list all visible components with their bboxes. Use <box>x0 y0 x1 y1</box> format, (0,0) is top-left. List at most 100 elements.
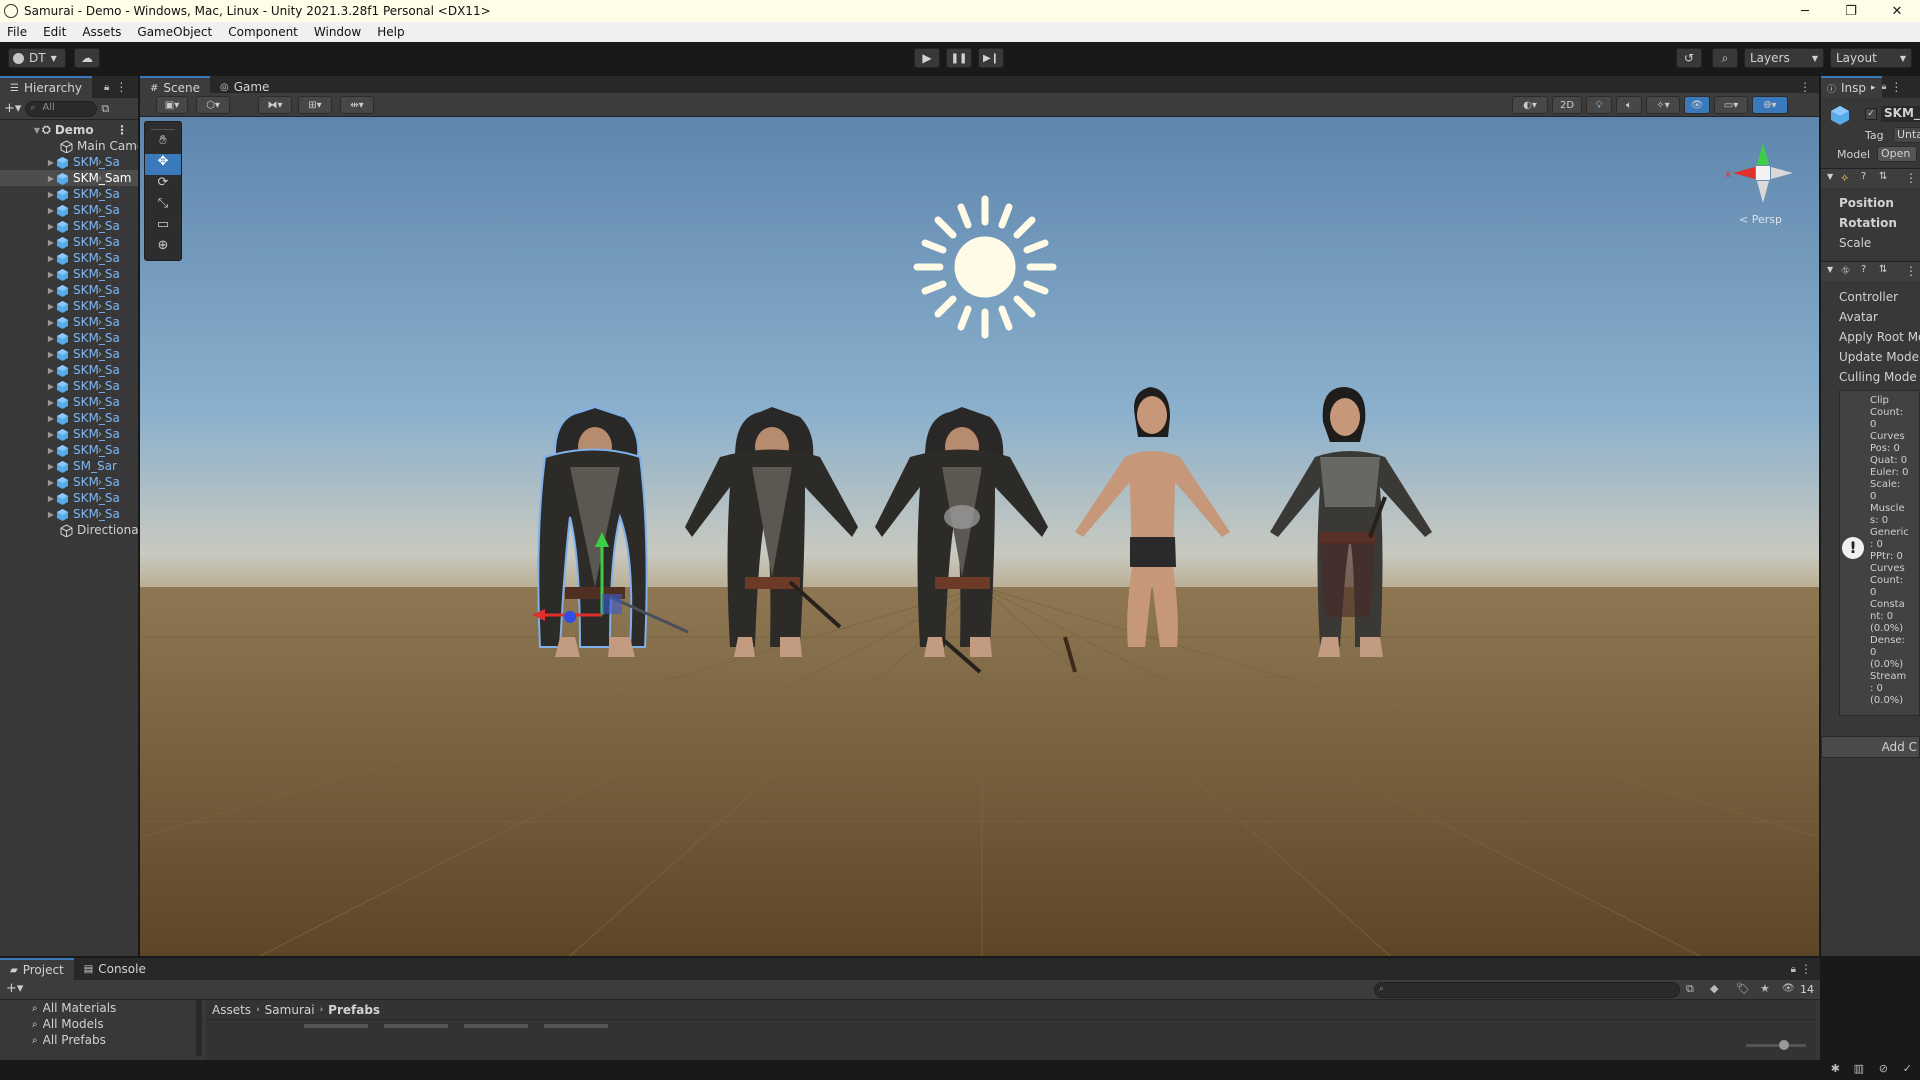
favorites-scrollbar[interactable] <box>196 1000 202 1056</box>
expand-arrow-icon[interactable]: ▶ <box>46 286 56 295</box>
hierarchy-item[interactable]: ▶ SKM_Sa › <box>0 234 138 250</box>
expand-arrow-icon[interactable]: ▶ <box>46 398 56 407</box>
hierarchy-search-input[interactable]: ⌕ All <box>25 100 98 117</box>
progress-icon[interactable]: ▥ <box>1854 1062 1864 1075</box>
favorite-item[interactable]: ⌕ All Models <box>0 1016 200 1032</box>
menu-edit[interactable]: Edit <box>35 25 74 39</box>
move-tool-icon[interactable]: ✥ <box>145 154 181 175</box>
layers-dropdown[interactable]: Layers ▼ <box>1744 48 1824 68</box>
hierarchy-item[interactable]: ▶ SKM_Sa › <box>0 266 138 282</box>
open-model-button[interactable]: Open <box>1877 146 1917 162</box>
hierarchy-item[interactable]: ▶ SKM_Sa › <box>0 506 138 522</box>
step-button[interactable]: ▶❙ <box>978 48 1004 68</box>
maximize-button[interactable]: ❐ <box>1828 0 1874 22</box>
open-prefab-chevron-icon[interactable]: › <box>98 349 102 360</box>
expand-arrow-icon[interactable]: ▶ <box>46 382 56 391</box>
hierarchy-item[interactable]: ▶ SKM_Sa › <box>0 202 138 218</box>
lighting-toggle[interactable]: 💡︎ <box>1586 96 1612 114</box>
hierarchy-item[interactable]: ▶ SKM_Sa › <box>0 186 138 202</box>
account-dropdown[interactable]: DT ▼ <box>8 48 66 68</box>
increment-snap-dropdown[interactable]: ⇹▾ <box>340 96 374 114</box>
open-prefab-chevron-icon[interactable]: › <box>98 173 102 184</box>
toggle-2d-button[interactable]: 2D <box>1552 96 1582 114</box>
hierarchy-item[interactable]: ▶ SKM_Sa › <box>0 250 138 266</box>
expand-arrow-icon[interactable]: ▶ <box>46 446 56 455</box>
open-prefab-chevron-icon[interactable]: › <box>98 413 102 424</box>
tab-project[interactable]: ▰ Project <box>0 958 74 980</box>
scale-tool-icon[interactable]: ⤡ <box>145 196 181 217</box>
open-prefab-chevron-icon[interactable]: › <box>98 429 102 440</box>
hidden-packages-icon[interactable]: 👁︎ <box>1782 983 1795 994</box>
tab-inspector[interactable]: ⓘ Insp ▸ <box>1821 76 1882 98</box>
asset-thumbnail[interactable] <box>384 1024 448 1028</box>
open-prefab-chevron-icon[interactable]: › <box>98 509 102 520</box>
object-name-field[interactable]: SKM_ <box>1881 106 1920 122</box>
rect-tool-icon[interactable]: ▭ <box>145 217 181 238</box>
hierarchy-item[interactable]: ▶ SKM_Sa › <box>0 394 138 410</box>
open-prefab-chevron-icon[interactable]: › <box>98 237 102 248</box>
hierarchy-item[interactable]: ▶ SKM_Sa › <box>0 282 138 298</box>
open-prefab-chevron-icon[interactable]: › <box>98 221 102 232</box>
scene-viewport[interactable]: x < Persp ✋︎ ✥ ⟳ ⤡ ▭ ⊕ <box>140 117 1819 956</box>
expand-arrow-icon[interactable]: ▶ <box>46 206 56 215</box>
hierarchy-item[interactable]: ▶ SKM_Sa › <box>0 314 138 330</box>
expand-arrow-icon[interactable]: ▶ <box>46 222 56 231</box>
scene-root-row[interactable]: ▼ ⛭ Demo ⋮ <box>0 122 138 138</box>
open-prefab-chevron-icon[interactable]: › <box>98 445 102 456</box>
render-mode-dropdown[interactable]: ⬡▾ <box>196 96 230 114</box>
asset-thumbnail[interactable] <box>464 1024 528 1028</box>
favorite-item[interactable]: ⌕ All Materials <box>0 1000 200 1016</box>
hierarchy-item[interactable]: Main Came <box>0 138 138 154</box>
active-checkbox[interactable]: ✓ <box>1865 108 1877 120</box>
open-prefab-chevron-icon[interactable]: › <box>98 461 102 472</box>
breadcrumb-item[interactable]: Samurai <box>265 1003 315 1017</box>
position-label[interactable]: Position <box>1839 196 1894 210</box>
more-options-icon[interactable]: ⋮ <box>1799 80 1811 94</box>
perspective-label[interactable]: < Persp <box>1739 213 1782 226</box>
open-prefab-chevron-icon[interactable]: › <box>98 397 102 408</box>
camera-dropdown[interactable]: ▭▾ <box>1714 96 1748 114</box>
open-prefab-chevron-icon[interactable]: › <box>98 493 102 504</box>
add-component-button[interactable]: Add C <box>1821 736 1920 758</box>
open-prefab-chevron-icon[interactable]: › <box>98 317 102 328</box>
open-prefab-chevron-icon[interactable]: › <box>98 381 102 392</box>
open-prefab-chevron-icon[interactable]: › <box>98 253 102 264</box>
hierarchy-item[interactable]: ▶ SM_Sar › <box>0 458 138 474</box>
hierarchy-item[interactable]: ▶ SKM_Sa › <box>0 426 138 442</box>
hand-tool-icon[interactable]: ✋︎ <box>145 133 181 154</box>
hierarchy-item[interactable]: ▶ SKM_Sa › <box>0 490 138 506</box>
hierarchy-item[interactable]: ▶ SKM_Sa › <box>0 442 138 458</box>
draw-mode-dropdown[interactable]: ▣▾ <box>156 96 188 114</box>
create-add-button[interactable]: +▾ <box>6 981 23 996</box>
tab-hierarchy[interactable]: ☰ Hierarchy <box>0 76 92 98</box>
tab-console[interactable]: ▤ Console <box>74 958 156 980</box>
open-prefab-chevron-icon[interactable]: › <box>98 157 102 168</box>
open-prefab-chevron-icon[interactable]: › <box>98 301 102 312</box>
menu-component[interactable]: Component <box>220 25 306 39</box>
effects-dropdown[interactable]: ✧▾ <box>1646 96 1680 114</box>
scene-visibility-icon[interactable]: ⧉ <box>101 102 109 116</box>
more-options-icon[interactable]: ⋮ <box>1905 171 1917 185</box>
tag-dropdown[interactable]: Unta <box>1893 127 1920 143</box>
scale-label[interactable]: Scale <box>1839 236 1871 250</box>
hierarchy-item[interactable]: ▶ SKM_Sa › <box>0 362 138 378</box>
expand-arrow-icon[interactable]: ▶ <box>46 158 56 167</box>
hierarchy-item[interactable]: ▶ SKM_Sa › <box>0 474 138 490</box>
controller-label[interactable]: Controller <box>1839 290 1898 304</box>
open-prefab-chevron-icon[interactable]: › <box>98 205 102 216</box>
expand-arrow-icon[interactable]: ▶ <box>46 254 56 263</box>
menu-window[interactable]: Window <box>306 25 369 39</box>
slider-handle[interactable] <box>1779 1040 1789 1050</box>
help-icon[interactable]: ? <box>1861 171 1866 182</box>
search-by-type-icon[interactable]: ⧉ <box>1686 982 1694 996</box>
gizmos-dropdown[interactable]: 🌐︎▾ <box>1752 96 1788 114</box>
hierarchy-item[interactable]: ▶ SKM_Sa › <box>0 330 138 346</box>
search-button[interactable]: ⌕ <box>1712 48 1738 68</box>
close-button[interactable]: ✕ <box>1874 0 1920 22</box>
hidden-objects-toggle[interactable]: 👁︎ <box>1684 96 1710 114</box>
pause-button[interactable]: ❚❚ <box>946 48 972 68</box>
hierarchy-item[interactable]: ▶ SKM_Sam › <box>0 170 138 186</box>
expand-arrow-icon[interactable]: ▶ <box>46 414 56 423</box>
open-prefab-chevron-icon[interactable]: › <box>98 333 102 344</box>
hierarchy-item[interactable]: ▶ SKM_Sa › <box>0 378 138 394</box>
